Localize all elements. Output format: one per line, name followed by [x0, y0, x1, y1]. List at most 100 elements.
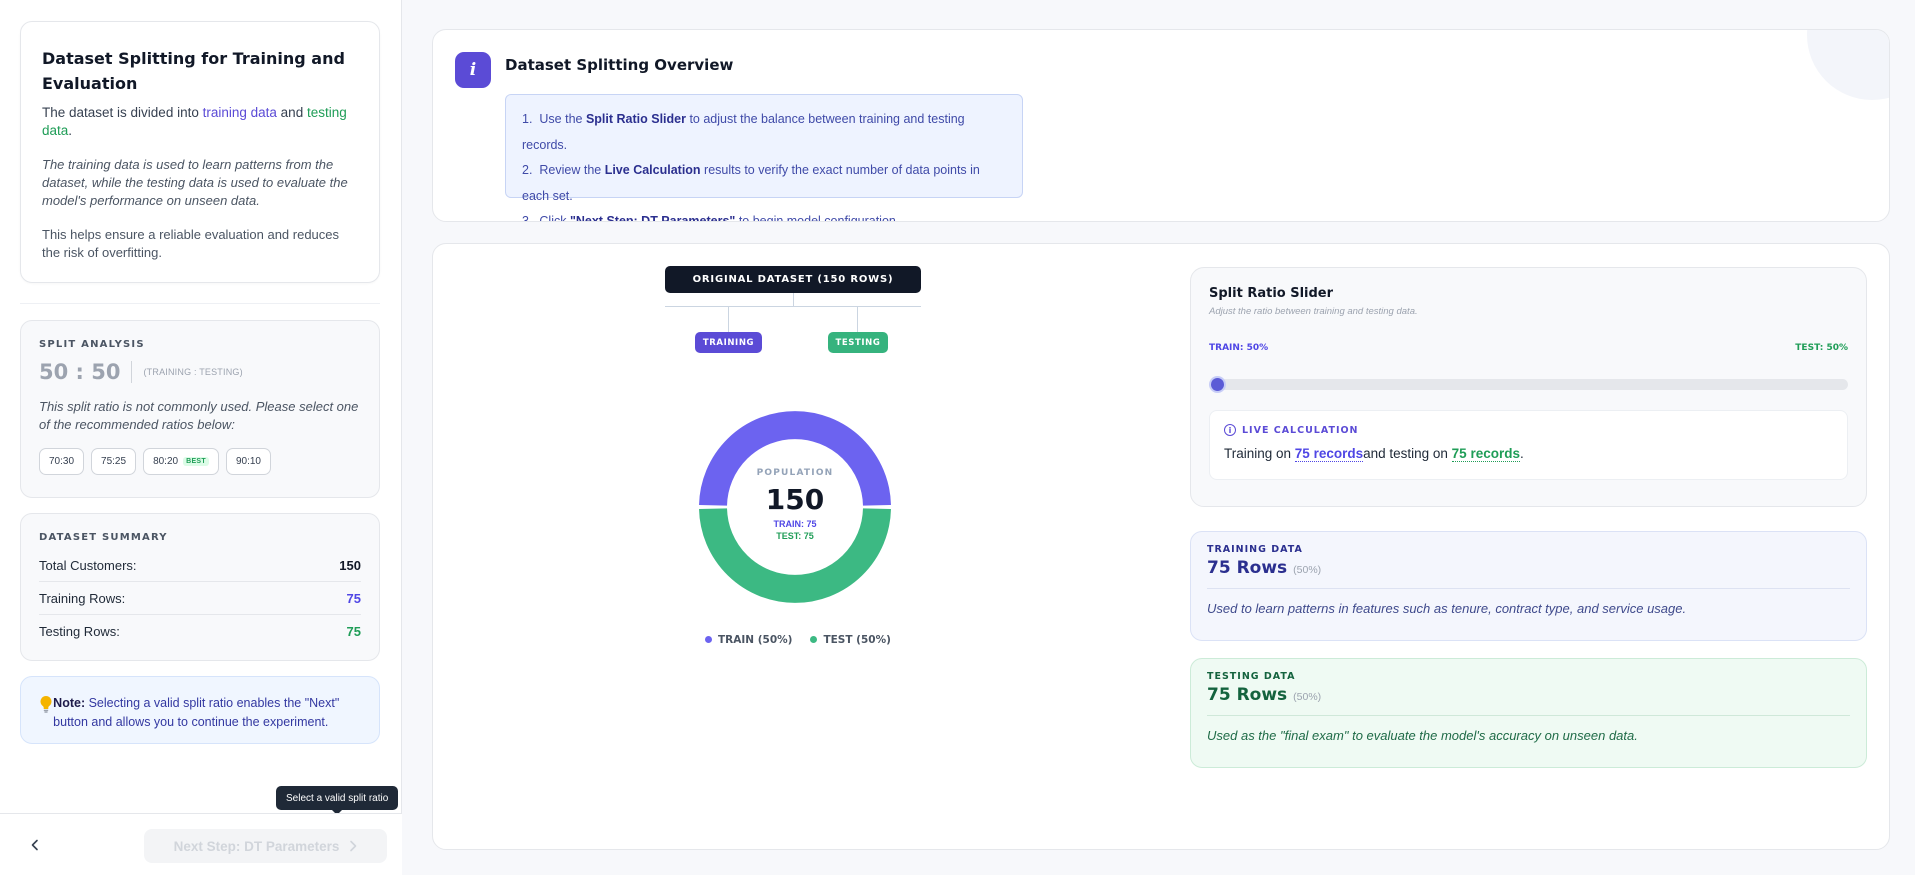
step-number: 3.: [522, 214, 533, 222]
intro-title: Dataset Splitting for Training and Evalu…: [42, 49, 345, 93]
population-label: POPULATION: [756, 467, 834, 478]
chevron-left-icon: [31, 839, 38, 851]
step-highlight: Live Calculation: [604, 163, 701, 177]
summary-value: 75: [346, 624, 361, 639]
next-step-button[interactable]: Next Step: DT Parameters: [144, 829, 387, 863]
next-step-label: Next Step: DT Parameters: [173, 838, 340, 854]
chip-label: 90:10: [235, 456, 261, 467]
summary-row-total: Total Customers: 150: [39, 549, 361, 582]
next-disabled-tooltip: Select a valid split ratio: [276, 786, 399, 815]
slider-thumb[interactable]: [1209, 376, 1226, 393]
train-percent-label: TRAIN: 50%: [1209, 343, 1269, 353]
legend-item-train: TRAIN (50%): [705, 634, 792, 646]
split-analysis-card: SPLIT ANALYSIS 50 : 50 (TRAINING : TESTI…: [20, 320, 380, 498]
intro-card: Dataset Splitting for Training and Evalu…: [20, 21, 380, 283]
ratio-row: 50 : 50 (TRAINING : TESTING): [39, 360, 361, 384]
tree-connector: [665, 306, 921, 307]
info-circle-icon: i: [1224, 424, 1236, 436]
note-card: Note: Selecting a valid split ratio enab…: [20, 676, 380, 744]
tree-connector: [793, 293, 794, 306]
sidebar: Dataset Splitting for Training and Evalu…: [0, 0, 402, 875]
split-ratio-slider-card: Split Ratio Slider Adjust the ratio betw…: [1190, 267, 1867, 507]
training-row-percent: (50%): [1293, 564, 1322, 576]
summary-rows: Total Customers: 150 Training Rows: 75 T…: [39, 549, 361, 648]
step-text: to begin model configuration.: [735, 214, 900, 222]
note-body: Selecting a valid split ratio enables th…: [53, 696, 340, 729]
divider: [20, 303, 380, 304]
ratio-warning: This split ratio is not commonly used. P…: [39, 399, 359, 432]
intro-description: The dataset is divided into training dat…: [42, 104, 358, 140]
intro-text: The dataset is divided into: [42, 105, 203, 120]
divider: [1207, 715, 1850, 716]
donut-center: POPULATION 150 TRAIN: 75 TEST: 75: [695, 407, 895, 607]
divider: [1207, 588, 1850, 589]
summary-label: Total Customers:: [39, 557, 137, 573]
wizard-footer: Next Step: DT Parameters: [0, 813, 402, 875]
legend-dot: [810, 635, 818, 643]
train-records: 75 records: [1294, 446, 1364, 462]
population-donut: POPULATION 150 TRAIN: 75 TEST: 75: [695, 407, 895, 607]
step-number: 2.: [522, 163, 533, 177]
test-records: 75 records: [1451, 446, 1520, 462]
ratio-chip-80-20[interactable]: 80:20 BEST: [143, 448, 219, 475]
ratio-caption: (TRAINING : TESTING): [143, 367, 243, 377]
slider-labels: TRAIN: 50% TEST: 50%: [1209, 343, 1848, 353]
test-count: TEST: 75: [776, 530, 814, 541]
testing-row-count: 75 Rows: [1207, 685, 1288, 705]
recommended-ratios: 70:30 75:25 80:20 BEST 90:10: [39, 448, 361, 475]
testing-description: Used as the "final exam" to evaluate the…: [1207, 728, 1638, 743]
train-count: TRAIN: 75: [773, 518, 817, 529]
overview-panel: i Dataset Splitting Overview 1. Use the …: [432, 29, 1890, 222]
tree-connector: [857, 306, 858, 332]
lightbulb-icon: [39, 694, 53, 743]
note-label: Note:: [53, 696, 86, 710]
decorative-circle: [1807, 30, 1889, 100]
test-percent-label: TEST: 50%: [1795, 343, 1848, 353]
current-ratio: 50 : 50: [39, 360, 121, 384]
donut-legend: TRAIN (50%) TEST (50%): [705, 634, 891, 646]
live-calculation-heading: i LIVE CALCULATION: [1224, 424, 1833, 436]
training-data-card: TRAINING DATA 75 Rows (50%) Used to lear…: [1190, 531, 1867, 641]
overview-title: Dataset Splitting Overview: [505, 56, 734, 74]
chip-label: 75:25: [101, 456, 127, 467]
ratio-chip-75-25[interactable]: 75:25: [91, 448, 137, 475]
step-text: Click: [539, 214, 570, 222]
population-count: 150: [765, 482, 825, 516]
instruction-step: 3. Click "Next Step: DT Parameters" to b…: [522, 209, 1006, 222]
summary-label: Testing Rows:: [39, 624, 120, 639]
live-calculation-text: Training on 75 recordsand testing on 75 …: [1224, 446, 1833, 462]
intro-explanation: The training data is used to learn patte…: [42, 157, 348, 208]
intro-benefit: This helps ensure a reliable evaluation …: [42, 227, 340, 260]
training-description: Used to learn patterns in features such …: [1207, 601, 1687, 616]
legend-label: TEST (50%): [823, 634, 891, 646]
summary-label: Training Rows:: [39, 590, 126, 606]
legend-label: TRAIN (50%): [718, 634, 793, 646]
note-text: Note: Selecting a valid split ratio enab…: [53, 694, 361, 743]
live-calculation-title: LIVE CALCULATION: [1242, 424, 1359, 436]
intro-text: .: [68, 123, 73, 138]
summary-row-testing: Testing Rows: 75: [39, 615, 361, 648]
legend-item-test: TEST (50%): [810, 634, 891, 646]
summary-value: 75: [346, 590, 361, 606]
testing-tag: TESTING: [828, 332, 888, 353]
legend-dot: [705, 635, 712, 643]
original-dataset-label: ORIGINAL DATASET (150 ROWS): [665, 266, 921, 293]
split-workspace-panel: ORIGINAL DATASET (150 ROWS) TRAINING TES…: [432, 243, 1890, 850]
live-text: .: [1519, 446, 1524, 461]
live-text: Training on: [1224, 446, 1295, 461]
training-tag: TRAINING: [695, 332, 762, 353]
ratio-chip-70-30[interactable]: 70:30: [39, 448, 85, 475]
instruction-step: 2. Review the Live Calculation results t…: [522, 158, 1006, 209]
step-number: 1.: [522, 112, 533, 126]
training-data-heading: TRAINING DATA: [1207, 544, 1303, 555]
slider-title: Split Ratio Slider: [1209, 286, 1334, 301]
ratio-chip-90-10[interactable]: 90:10: [225, 448, 271, 475]
divider: [131, 361, 133, 383]
split-ratio-slider[interactable]: [1209, 376, 1848, 393]
slider-subtitle: Adjust the ratio between training and te…: [1209, 306, 1418, 317]
step-text: Use the: [539, 112, 586, 126]
back-button[interactable]: [20, 830, 50, 860]
testing-row-percent: (50%): [1293, 691, 1322, 703]
dataset-summary-heading: DATASET SUMMARY: [39, 532, 168, 543]
chevron-right-icon: [350, 840, 357, 852]
